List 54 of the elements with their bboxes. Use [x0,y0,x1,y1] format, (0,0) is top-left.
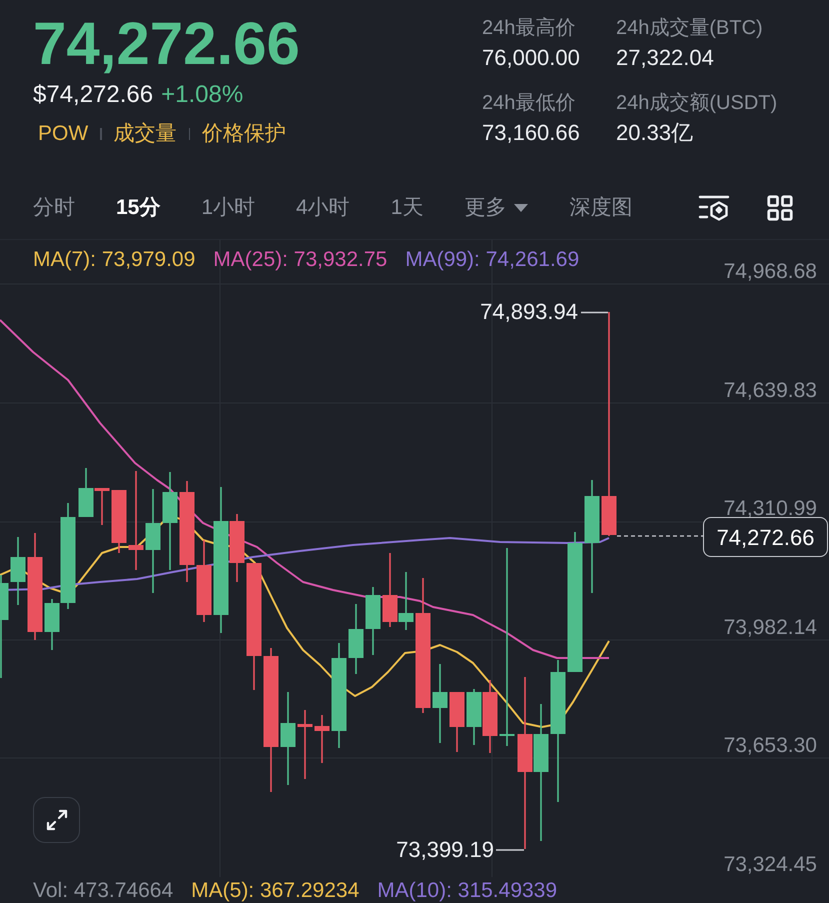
current-price-tag: 74,272.66 [703,517,828,557]
candle [398,572,414,630]
stat-label: 24h最高价 [482,16,576,41]
usd-price: $74,272.66 [33,81,154,109]
candle [466,689,482,745]
candle [298,710,312,779]
volume-legend: MA(10): 315.49339 [377,879,558,903]
candle [10,537,26,605]
lines-hexagon-icon[interactable] [698,194,730,220]
candle [348,604,364,674]
leader-line [581,312,608,314]
high-price-label: 74,893.94 [480,300,578,324]
interval-tab[interactable]: 1小时 [201,194,256,222]
candle [112,490,126,553]
interval-tab[interactable]: 15分 [116,194,160,222]
stat-value: 73,160.66 [482,120,581,146]
stat-value: 27,322.04 [616,45,715,71]
interval-tab[interactable]: 深度图 [569,194,632,222]
candle [94,488,110,525]
volume-legend: Vol: 473.74664 [33,879,174,903]
tag-link[interactable]: 价格保护 [202,120,286,148]
price-axis-label: 73,982.14 [724,616,817,638]
caret-icon [514,204,528,212]
stat-value: 20.33亿 [616,120,694,146]
interval-tab[interactable]: 分时 [33,194,75,222]
price-axis-label: 74,968.68 [724,261,817,283]
stat-label: 24h成交量(BTC) [616,16,764,41]
price-axis-label: 73,653.30 [724,735,817,757]
expand-button[interactable] [33,797,80,843]
candle [78,468,94,517]
tag-link[interactable]: POW [38,120,88,148]
price-axis-label: 74,639.83 [724,380,817,402]
stat-label: 24h成交额(USDT) [616,91,778,116]
stat-label: 24h最低价 [482,91,576,116]
grid-icon[interactable] [765,192,795,222]
more-dropdown[interactable]: 更多 [464,194,528,222]
expand-icon [44,808,68,832]
ma-legend: MA(7): 73,979.09 [33,248,196,272]
price-axis-label: 74,310.99 [724,498,817,520]
stat-value: 76,000.00 [482,45,581,71]
interval-tab[interactable]: 4小时 [296,194,350,222]
volume-legend: MA(5): 367.29234 [191,879,360,903]
candle [366,587,380,655]
leader-line [496,849,524,851]
candle [314,715,330,763]
ma-legend: MA(25): 73,932.75 [213,248,388,272]
low-price-label: 73,399.19 [396,838,494,862]
tag-link[interactable]: 成交量 [114,120,177,148]
interval-tab[interactable]: 1天 [390,194,424,222]
price-axis-label: 73,324.45 [724,854,817,876]
ma-legend: MA(99): 74,261.69 [405,248,580,272]
last-price: 74,272.66 [33,14,300,74]
candle [450,692,464,752]
price-change: +1.08% [161,81,244,109]
